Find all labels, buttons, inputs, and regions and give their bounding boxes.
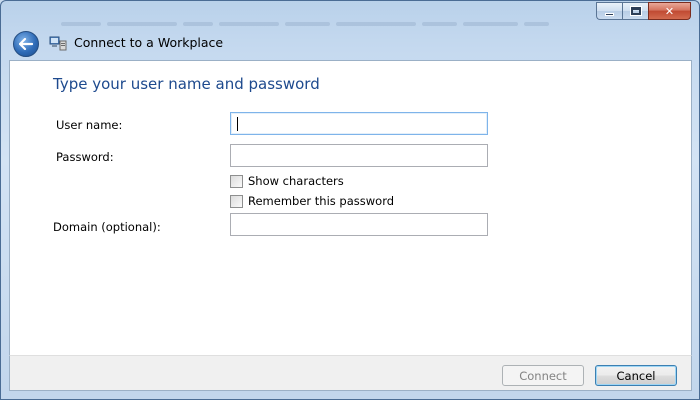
background-window-blur <box>61 15 581 35</box>
caption-buttons: ✕ <box>596 2 691 20</box>
command-bar: Connect Cancel <box>9 355 692 391</box>
domain-field[interactable] <box>230 213 488 236</box>
back-button[interactable] <box>13 31 39 57</box>
remember-password-row[interactable]: Remember this password <box>230 194 394 208</box>
remember-password-label[interactable]: Remember this password <box>248 194 394 208</box>
password-field[interactable] <box>230 144 488 167</box>
minimize-button[interactable] <box>596 2 622 20</box>
password-label: Password: <box>56 150 114 164</box>
window-title: Connect to a Workplace <box>74 35 224 50</box>
show-characters-checkbox[interactable] <box>230 174 243 188</box>
text-caret <box>237 117 238 131</box>
maximize-icon <box>629 6 642 16</box>
window-frame: ✕ Connect to a Workplace Type your user … <box>0 0 700 400</box>
workplace-network-icon <box>49 36 67 51</box>
remember-password-checkbox[interactable] <box>230 194 243 208</box>
close-icon: ✕ <box>664 4 675 18</box>
content-panel: Type your user name and password User na… <box>9 60 692 355</box>
connect-button[interactable]: Connect <box>502 365 584 386</box>
minimize-icon <box>605 12 614 16</box>
main-instruction: Type your user name and password <box>53 75 320 93</box>
cancel-button[interactable]: Cancel <box>595 365 677 386</box>
close-button[interactable]: ✕ <box>648 2 691 20</box>
domain-input[interactable] <box>231 214 487 235</box>
username-input[interactable] <box>231 113 487 134</box>
username-label: User name: <box>56 118 123 132</box>
password-input[interactable] <box>231 145 487 166</box>
show-characters-label[interactable]: Show characters <box>248 174 344 188</box>
back-arrow-icon <box>19 38 33 50</box>
show-characters-row[interactable]: Show characters <box>230 174 344 188</box>
username-field[interactable] <box>230 112 488 135</box>
domain-label: Domain (optional): <box>53 220 161 234</box>
maximize-button[interactable] <box>622 2 648 20</box>
